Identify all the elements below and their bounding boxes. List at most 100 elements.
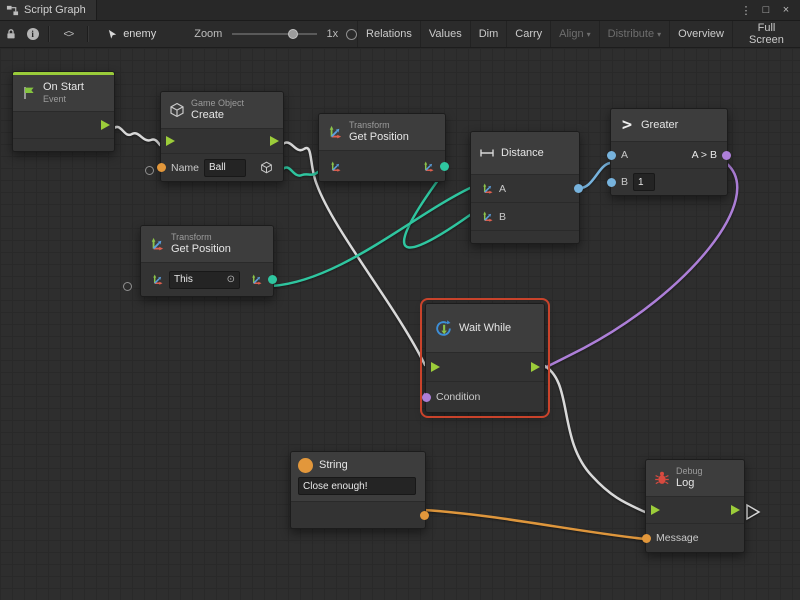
transform-input-port[interactable]: [151, 273, 164, 286]
wire-getposition2-to-distance-a: [272, 188, 470, 286]
name-input-port[interactable]: [157, 163, 166, 172]
message-input-port[interactable]: [642, 534, 651, 543]
flow-row: [161, 128, 283, 153]
ruler-icon: [479, 145, 495, 161]
condition-label: Condition: [436, 391, 480, 403]
wire-onstart-to-create: [113, 127, 160, 145]
vector-output-icon: [250, 273, 263, 286]
node-category: Transform: [171, 232, 231, 243]
graph-owner[interactable]: enemy: [107, 28, 156, 40]
node-on-start-event[interactable]: On Start Event: [12, 71, 115, 152]
node-distance[interactable]: Distance A B: [470, 131, 580, 244]
node-get-position-2[interactable]: Transform Get Position This ⊙: [140, 225, 274, 297]
distance-output-port[interactable]: [574, 184, 583, 193]
b-input-port[interactable]: [607, 178, 616, 187]
a-input-port[interactable]: [607, 151, 616, 160]
wire-string-to-message: [424, 510, 645, 539]
flow-output-port[interactable]: [101, 120, 110, 130]
unconnected-input-ring[interactable]: [123, 282, 132, 291]
position-output-port[interactable]: [268, 275, 277, 284]
transform-input-port[interactable]: [329, 160, 342, 173]
b-value-field[interactable]: 1: [633, 173, 655, 191]
vector-a-input-port[interactable]: [481, 182, 494, 195]
chevron-down-icon: ▾: [657, 30, 661, 39]
port-row-b: B 1: [611, 168, 727, 195]
message-label: Message: [656, 532, 699, 544]
node-title: Greater: [641, 119, 678, 132]
node-title: Distance: [501, 147, 544, 160]
port-row-a: A: [471, 174, 579, 202]
full-screen-button[interactable]: Full Screen: [732, 21, 800, 47]
lock-icon[interactable]: [0, 21, 22, 47]
unconnected-input-ring[interactable]: [145, 166, 154, 175]
transform-icon: [149, 236, 165, 252]
string-value-field[interactable]: Close enough!: [298, 477, 416, 495]
flow-row: [426, 352, 544, 381]
position-output-port[interactable]: [440, 162, 449, 171]
name-field[interactable]: Ball: [204, 159, 246, 177]
vector-b-input-port[interactable]: [481, 210, 494, 223]
info-icon[interactable]: i: [22, 21, 44, 47]
window-menu-button[interactable]: ⋮: [738, 2, 754, 18]
name-row: Name Ball: [161, 153, 283, 181]
wire-distance-to-greater-a: [578, 163, 610, 188]
flow-input-port[interactable]: [651, 505, 660, 515]
window-close-button[interactable]: ×: [778, 2, 794, 18]
toolbar-separator: [87, 26, 89, 42]
node-wait-while[interactable]: Wait While Condition: [425, 303, 545, 413]
greater-icon: >: [619, 117, 635, 133]
code-icon[interactable]: <>: [54, 21, 84, 47]
node-header: String Close enough!: [291, 452, 425, 501]
script-graph-window: Script Graph ⋮ □ × i <> enemy Zoom 1x Re…: [0, 0, 800, 600]
flow-output-port[interactable]: [270, 136, 279, 146]
a-port-label: A: [621, 149, 628, 161]
carry-button[interactable]: Carry: [506, 21, 550, 47]
zoom-slider[interactable]: [232, 33, 317, 35]
node-create-game-object[interactable]: Game Object Create Name Ball: [160, 91, 284, 182]
distribute-button: Distribute▾: [599, 21, 669, 47]
node-header: Transform Get Position: [319, 114, 445, 150]
node-title: Log: [676, 477, 703, 490]
node-category: Debug: [676, 466, 703, 477]
node-string-literal[interactable]: String Close enough!: [290, 451, 426, 529]
flow-output-port[interactable]: [531, 362, 540, 372]
node-category: Transform: [349, 120, 409, 131]
transform-icon: [327, 124, 343, 140]
target-dropdown[interactable]: This ⊙: [169, 271, 240, 289]
script-graph-icon: [6, 4, 19, 17]
node-header: On Start Event: [13, 75, 114, 111]
a-port-label: A: [499, 183, 506, 195]
game-object-output-port[interactable]: [260, 161, 273, 174]
zoom-knob[interactable]: [288, 29, 298, 39]
node-header: > Greater: [611, 109, 727, 141]
wait-icon: [434, 319, 453, 338]
result-output-port[interactable]: [722, 151, 731, 160]
node-debug-log[interactable]: Debug Log Message: [645, 459, 745, 553]
port-row-b: B: [471, 202, 579, 230]
node-title: String: [319, 459, 348, 472]
node-title: Get Position: [171, 243, 231, 256]
string-icon: [298, 458, 313, 473]
overview-button[interactable]: Overview: [669, 21, 732, 47]
window-maximize-button[interactable]: □: [758, 2, 774, 18]
zoom-reset-icon[interactable]: [346, 29, 357, 40]
node-footer: [471, 230, 579, 243]
graph-canvas[interactable]: On Start Event Game Object Create: [0, 48, 800, 600]
relations-button[interactable]: Relations: [357, 21, 420, 47]
tab-script-graph[interactable]: Script Graph: [0, 0, 97, 20]
object-picker-icon[interactable]: ⊙: [227, 274, 235, 285]
dim-button[interactable]: Dim: [470, 21, 507, 47]
chevron-down-icon: ▾: [587, 30, 591, 39]
condition-input-port[interactable]: [422, 393, 431, 402]
node-get-position-1[interactable]: Transform Get Position: [318, 113, 446, 182]
cube-icon: [169, 102, 185, 118]
values-button[interactable]: Values: [420, 21, 470, 47]
node-greater[interactable]: > Greater A A > B B 1: [610, 108, 728, 196]
result-label: A > B: [692, 149, 717, 161]
flow-input-port[interactable]: [431, 362, 440, 372]
align-button: Align▾: [550, 21, 598, 47]
string-output-port[interactable]: [420, 511, 429, 520]
flow-output-port[interactable]: [731, 505, 740, 515]
node-title: On Start: [43, 81, 84, 94]
flow-input-port[interactable]: [166, 136, 175, 146]
